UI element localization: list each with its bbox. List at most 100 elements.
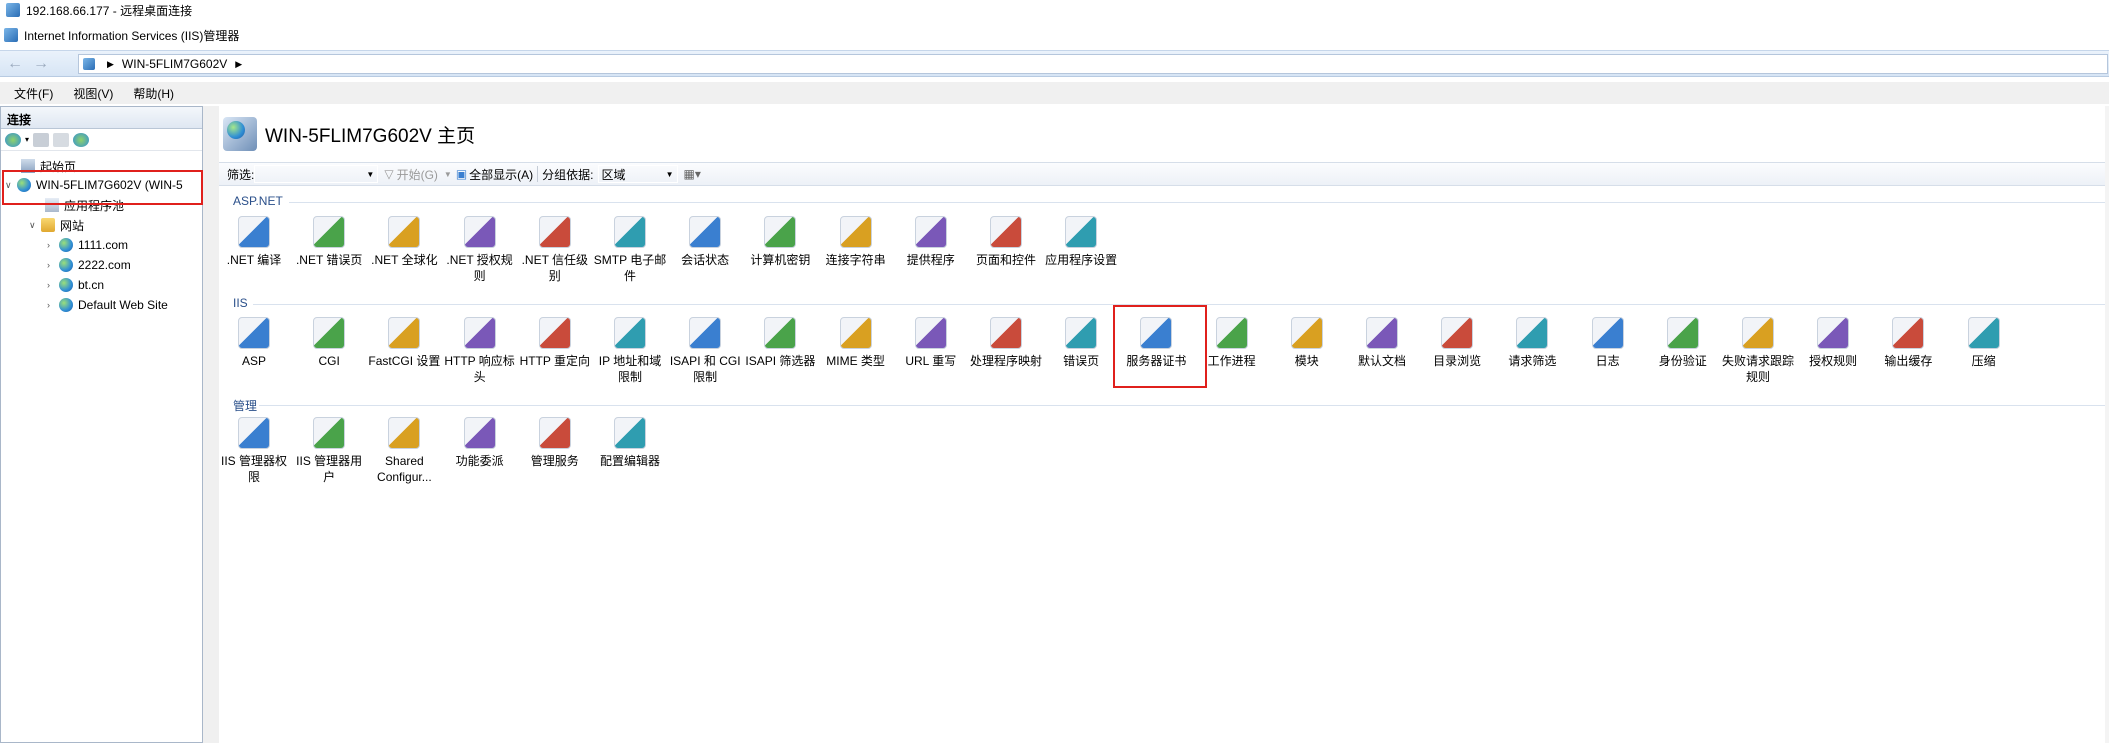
server-home-icon [223, 117, 257, 151]
iis-feature-tile[interactable]: 压缩 [1949, 315, 2019, 389]
aspnet-feature-tile[interactable]: 连接字符串 [821, 214, 891, 288]
aspnet-feature-tile[interactable]: 页面和控件 [971, 214, 1041, 288]
breadcrumb-separator-icon: ▶ [107, 58, 114, 69]
aspnet-feature-tile[interactable]: .NET 编译 [219, 214, 289, 288]
iis-feature-tile[interactable]: 模块 [1272, 315, 1342, 389]
menu-view[interactable]: 视图(V) [73, 85, 113, 102]
chevron-right-icon[interactable]: › [47, 260, 59, 270]
divider [289, 202, 2109, 203]
management-feature-tile[interactable]: 配置编辑器 [595, 415, 665, 489]
iis-feature-tile[interactable]: 目录浏览 [1422, 315, 1492, 389]
refresh-icon[interactable] [53, 132, 70, 147]
aspnet-feature-tile[interactable]: 会话状态 [670, 214, 740, 288]
forward-arrow-icon[interactable]: → [30, 55, 52, 73]
tree-node-site-2222[interactable]: › 2222.com [47, 256, 131, 274]
iis-feature-icon [313, 317, 346, 349]
tree-node-site-1111[interactable]: › 1111.com [47, 236, 128, 254]
management-feature-label: IIS 管理器用户 [296, 454, 363, 484]
iis-feature-label: 请求筛选 [1508, 354, 1557, 368]
group-by-select[interactable]: 区域 ▼ [597, 165, 678, 183]
iis-feature-tile[interactable]: 身份验证 [1648, 315, 1718, 389]
main-panel: WIN-5FLIM7G602V 主页 筛选: ▼ ▽ 开始(G) ▼ ▣ 全部显… [219, 106, 2109, 743]
connections-toolbar: ▾ [1, 129, 202, 151]
aspnet-feature-icon [839, 216, 872, 248]
iis-feature-tile[interactable]: 默认文档 [1347, 315, 1417, 389]
globe-icon [59, 278, 73, 292]
aspnet-feature-label: .NET 错误页 [295, 253, 363, 267]
iis-feature-label: 失败请求跟踪规则 [1721, 354, 1794, 384]
iis-feature-tile[interactable]: URL 重写 [896, 315, 966, 389]
aspnet-feature-tile[interactable]: 应用程序设置 [1045, 214, 1117, 288]
iis-feature-tile[interactable]: FastCGI 设置 [368, 315, 441, 389]
back-arrow-icon[interactable]: ← [4, 55, 26, 73]
iis-feature-tile[interactable]: ASP [219, 315, 289, 389]
iis-feature-label: ASP [241, 354, 266, 368]
aspnet-feature-tile[interactable]: 计算机密钥 [745, 214, 815, 288]
menu-help[interactable]: 帮助(H) [133, 85, 174, 102]
iis-feature-tile[interactable]: 请求筛选 [1497, 315, 1567, 389]
filter-input[interactable]: ▼ [254, 165, 379, 183]
aspnet-feature-tile[interactable]: .NET 信任级别 [520, 214, 590, 288]
aspnet-feature-icon [689, 216, 722, 248]
iis-feature-tile[interactable]: CGI [294, 315, 364, 389]
tree-node-site-default[interactable]: › Default Web Site [47, 296, 168, 314]
aspnet-feature-icon [614, 216, 646, 248]
connect-globe-icon[interactable] [5, 132, 21, 147]
iis-feature-tile[interactable]: MIME 类型 [821, 315, 891, 389]
section-iis-title: IIS [233, 296, 248, 310]
iis-feature-icon [238, 317, 270, 349]
tree-node-site-btcn[interactable]: › bt.cn [47, 276, 104, 294]
iis-feature-tile[interactable]: 失败请求跟踪规则 [1721, 315, 1794, 389]
iis-feature-tile[interactable]: 处理程序映射 [970, 315, 1042, 389]
iis-feature-label: 默认文档 [1357, 354, 1406, 368]
aspnet-feature-tile[interactable]: .NET 全球化 [369, 214, 439, 288]
chevron-right-icon[interactable]: › [47, 300, 59, 310]
iis-feature-tile[interactable]: 日志 [1573, 315, 1643, 389]
management-feature-icon [388, 417, 421, 449]
aspnet-feature-icon [990, 216, 1022, 248]
panel-splitter[interactable] [203, 106, 220, 743]
vertical-scrollbar[interactable] [2105, 106, 2109, 743]
tree-node-sites[interactable]: ∨ 网站 [29, 216, 84, 234]
iis-feature-label: URL 重写 [905, 354, 957, 368]
chevron-down-icon[interactable]: ▾ [25, 135, 29, 144]
chevron-right-icon[interactable]: › [47, 240, 59, 250]
iis-feature-tile[interactable]: 工作进程 [1197, 315, 1267, 389]
aspnet-feature-label: 连接字符串 [825, 253, 886, 267]
chevron-down-icon[interactable]: ∨ [29, 220, 41, 231]
management-feature-tile[interactable]: IIS 管理器用户 [294, 415, 364, 489]
connect-server-icon[interactable] [73, 132, 90, 147]
iis-feature-tile[interactable]: 授权规则 [1798, 315, 1868, 389]
iis-feature-tile[interactable]: IP 地址和域限制 [595, 315, 665, 389]
management-feature-tile[interactable]: 管理服务 [520, 415, 590, 489]
iis-feature-label: HTTP 重定向 [519, 354, 591, 368]
iis-feature-tile[interactable]: HTTP 重定向 [520, 315, 590, 389]
aspnet-feature-tile[interactable]: .NET 错误页 [294, 214, 364, 288]
aspnet-feature-icon [764, 216, 797, 248]
aspnet-feature-tile[interactable]: 提供程序 [896, 214, 966, 288]
management-feature-tile[interactable]: Shared Configur... [369, 415, 439, 489]
menu-file[interactable]: 文件(F) [14, 85, 53, 102]
aspnet-feature-tile[interactable]: .NET 授权规则 [445, 214, 515, 288]
iis-feature-tile[interactable]: 错误页 [1046, 315, 1116, 389]
save-icon[interactable] [33, 132, 50, 147]
chevron-down-icon[interactable]: ▼ [444, 170, 452, 179]
iis-feature-label: FastCGI 设置 [368, 354, 441, 368]
management-feature-icon [538, 417, 571, 449]
view-mode-icon[interactable]: ▦▾ [684, 167, 701, 181]
iis-feature-tile[interactable]: 输出缓存 [1873, 315, 1943, 389]
start-filter-button[interactable]: 开始(G) [397, 166, 438, 183]
iis-feature-tile[interactable]: ISAPI 和 CGI 限制 [670, 315, 741, 389]
chevron-down-icon: ▼ [366, 169, 375, 179]
aspnet-feature-tile[interactable]: SMTP 电子邮件 [594, 214, 666, 288]
breadcrumb-server[interactable]: WIN-5FLIM7G602V [122, 57, 227, 71]
breadcrumb[interactable]: ▶ WIN-5FLIM7G602V ▶ [78, 54, 2108, 74]
management-feature-tile[interactable]: 功能委派 [445, 415, 515, 489]
management-feature-tile[interactable]: IIS 管理器权限 [219, 415, 289, 489]
chevron-right-icon[interactable]: › [47, 280, 59, 290]
iis-feature-tile[interactable]: ISAPI 筛选器 [745, 315, 815, 389]
show-all-button[interactable]: 全部显示(A) [469, 166, 533, 183]
highlight-server-node [2, 170, 203, 205]
iis-feature-tile[interactable]: HTTP 响应标头 [444, 315, 515, 389]
iis-feature-icon [1892, 317, 1925, 349]
